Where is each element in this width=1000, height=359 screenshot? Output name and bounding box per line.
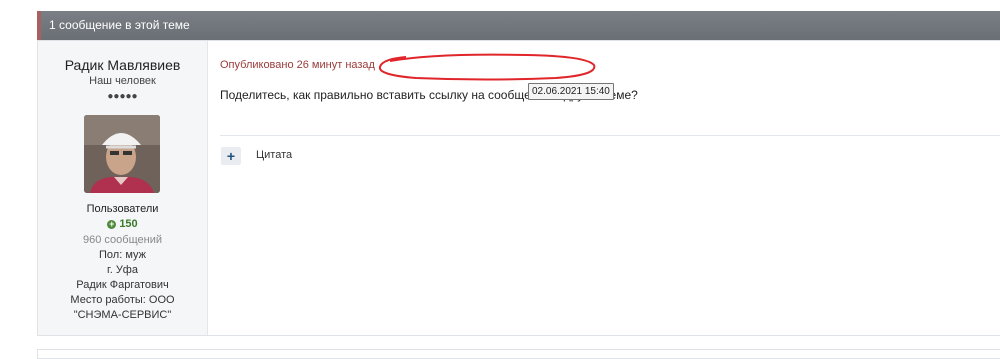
avatar-image (84, 115, 160, 193)
quote-label[interactable]: Цитата (256, 149, 292, 161)
quote-button[interactable]: + (221, 147, 241, 165)
post-count: 960 сообщений (83, 234, 162, 246)
divider (220, 135, 1000, 136)
author-gender: Пол: муж (99, 249, 146, 261)
plus-circle-icon: + (107, 219, 117, 229)
author-first-name: Радик Фаргатович (76, 279, 169, 291)
author-city: г. Уфа (107, 264, 138, 276)
annotation-circle (378, 53, 596, 81)
avatar[interactable] (84, 115, 160, 193)
topic-header: 1 сообщение в этой теме (37, 11, 1000, 40)
author-name[interactable]: Радик Мавлявиев (38, 57, 207, 73)
author-work-line2: "СНЭМА-СЕРВИС" (73, 309, 172, 321)
author-panel: Радик Мавлявиев Наш человек ●●●●● Пользо… (38, 41, 208, 335)
author-work-line1: Место работы: ООО (70, 294, 175, 306)
reputation: +150 (38, 218, 207, 230)
post: Радик Мавлявиев Наш человек ●●●●● Пользо… (37, 40, 1000, 336)
author-title: Наш человек (89, 75, 156, 87)
user-group: Пользователи (86, 203, 159, 215)
posted-time[interactable]: Опубликовано 26 минут назад (220, 59, 375, 71)
post-content: Опубликовано 26 минут назад Поделитесь, … (208, 41, 1000, 335)
rank-pips: ●●●●● (107, 91, 138, 102)
reputation-value: 150 (119, 218, 138, 230)
timestamp-tooltip: 02.06.2021 15:40 (528, 83, 614, 100)
plus-icon: + (226, 148, 236, 164)
next-post (37, 349, 1000, 359)
